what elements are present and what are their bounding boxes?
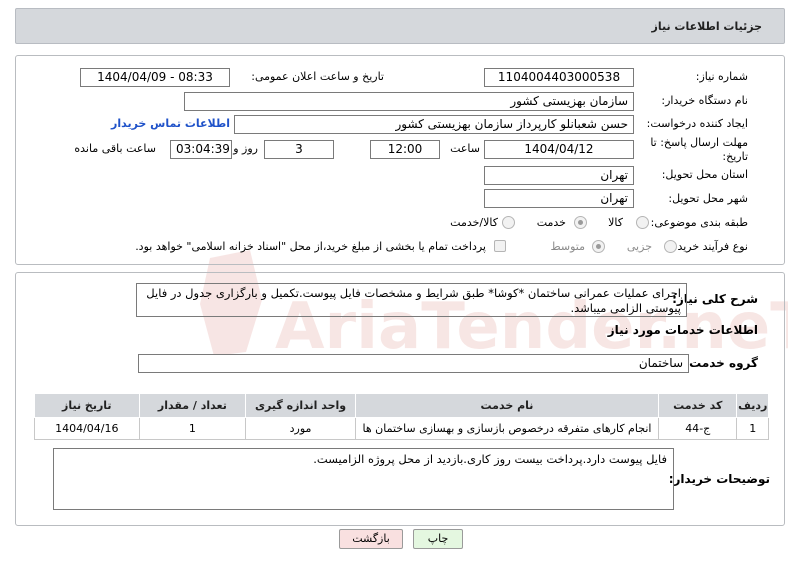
requester-field: حسن شعبانلو کارپرداز سازمان بهزیستی کشور — [234, 115, 634, 134]
page-title: جزئیات اطلاعات نیاز — [15, 8, 785, 44]
cell-row: 1 — [736, 417, 769, 440]
buyer-notes-text: فایل پیوست دارد.پرداخت بیست روز کاری.باز… — [53, 448, 674, 510]
col-name: نام خدمت — [354, 393, 660, 418]
col-qty: تعداد / مقدار — [138, 393, 247, 418]
city-field: تهران — [484, 189, 634, 208]
table-row: 1 ج-44 انجام کارهای متفرقه درخصوص بازساز… — [34, 417, 769, 440]
category-label: طبقه بندی موضوعی: — [650, 216, 748, 229]
province-field: تهران — [484, 166, 634, 185]
service-group-field: ساختمان — [138, 354, 689, 373]
requester-label: ایجاد کننده درخواست: — [646, 117, 748, 130]
services-table: ردیف کد خدمت نام خدمت واحد اندازه گیری ت… — [34, 393, 769, 440]
remaining-label: ساعت باقی مانده — [74, 142, 156, 155]
province-label: استان محل تحویل: — [661, 168, 748, 181]
cell-code: ج-44 — [658, 417, 738, 440]
deadline-time-field: 12:00 — [370, 140, 440, 159]
time-label: ساعت — [450, 142, 480, 155]
announce-label: تاریخ و ساعت اعلان عمومی: — [251, 70, 384, 83]
print-button[interactable]: چاپ — [413, 529, 463, 549]
cell-date: 1404/04/16 — [34, 417, 140, 440]
deadline-label: مهلت ارسال پاسخ: تا تاریخ: — [650, 136, 748, 163]
col-row: ردیف — [736, 393, 769, 418]
cell-unit: مورد — [245, 417, 356, 440]
category-radio-goods[interactable] — [636, 216, 649, 229]
deadline-date-field: 1404/04/12 — [484, 140, 634, 159]
services-section-title: اطلاعات خدمات مورد نیاز — [607, 323, 758, 337]
buyer-org-field: سازمان بهزیستی کشور — [184, 92, 634, 111]
col-code: کد خدمت — [658, 393, 738, 418]
cell-name: انجام کارهای متفرقه درخصوص بازسازی و بهس… — [354, 417, 660, 440]
col-unit: واحد اندازه گیری — [245, 393, 356, 418]
remaining-time-field: 03:04:39 — [170, 140, 232, 159]
treasury-note: پرداخت تمام یا بخشی از مبلغ خرید،از محل … — [135, 240, 486, 253]
days-label: روز و — [233, 142, 258, 155]
process-label: نوع فرآیند خرید : — [670, 240, 748, 253]
contact-buyer-link[interactable]: اطلاعات تماس خریدار — [111, 117, 230, 130]
city-label: شهر محل تحویل: — [668, 192, 748, 205]
buyer-notes-label: توضیحات خریدار: — [668, 472, 770, 486]
category-option-goods: کالا — [608, 216, 623, 229]
announce-field: 1404/04/09 - 08:33 — [80, 68, 230, 87]
service-group-label: گروه خدمت: — [684, 356, 758, 370]
col-date: تاریخ نیاز — [34, 393, 140, 418]
back-button[interactable]: بازگشت — [339, 529, 403, 549]
category-radio-service[interactable] — [574, 216, 587, 229]
cell-qty: 1 — [138, 417, 247, 440]
treasury-checkbox[interactable] — [494, 240, 506, 252]
process-option-medium: متوسط — [550, 240, 585, 253]
table-header-row: ردیف کد خدمت نام خدمت واحد اندازه گیری ت… — [34, 393, 769, 418]
category-radio-both[interactable] — [502, 216, 515, 229]
need-number-field: 1104004403000538 — [484, 68, 634, 87]
process-option-minor: جزیی — [626, 240, 652, 253]
process-radio-minor[interactable] — [664, 240, 677, 253]
buyer-org-label: نام دستگاه خریدار: — [661, 94, 748, 107]
days-field: 3 — [264, 140, 334, 159]
need-number-label: شماره نیاز: — [695, 70, 748, 83]
category-option-both: کالا/خدمت — [450, 216, 498, 229]
description-text: اجرای عملیات عمرانی ساختمان *کوشا* طبق ش… — [136, 283, 687, 317]
category-option-service: خدمت — [536, 216, 566, 229]
process-radio-medium[interactable] — [592, 240, 605, 253]
